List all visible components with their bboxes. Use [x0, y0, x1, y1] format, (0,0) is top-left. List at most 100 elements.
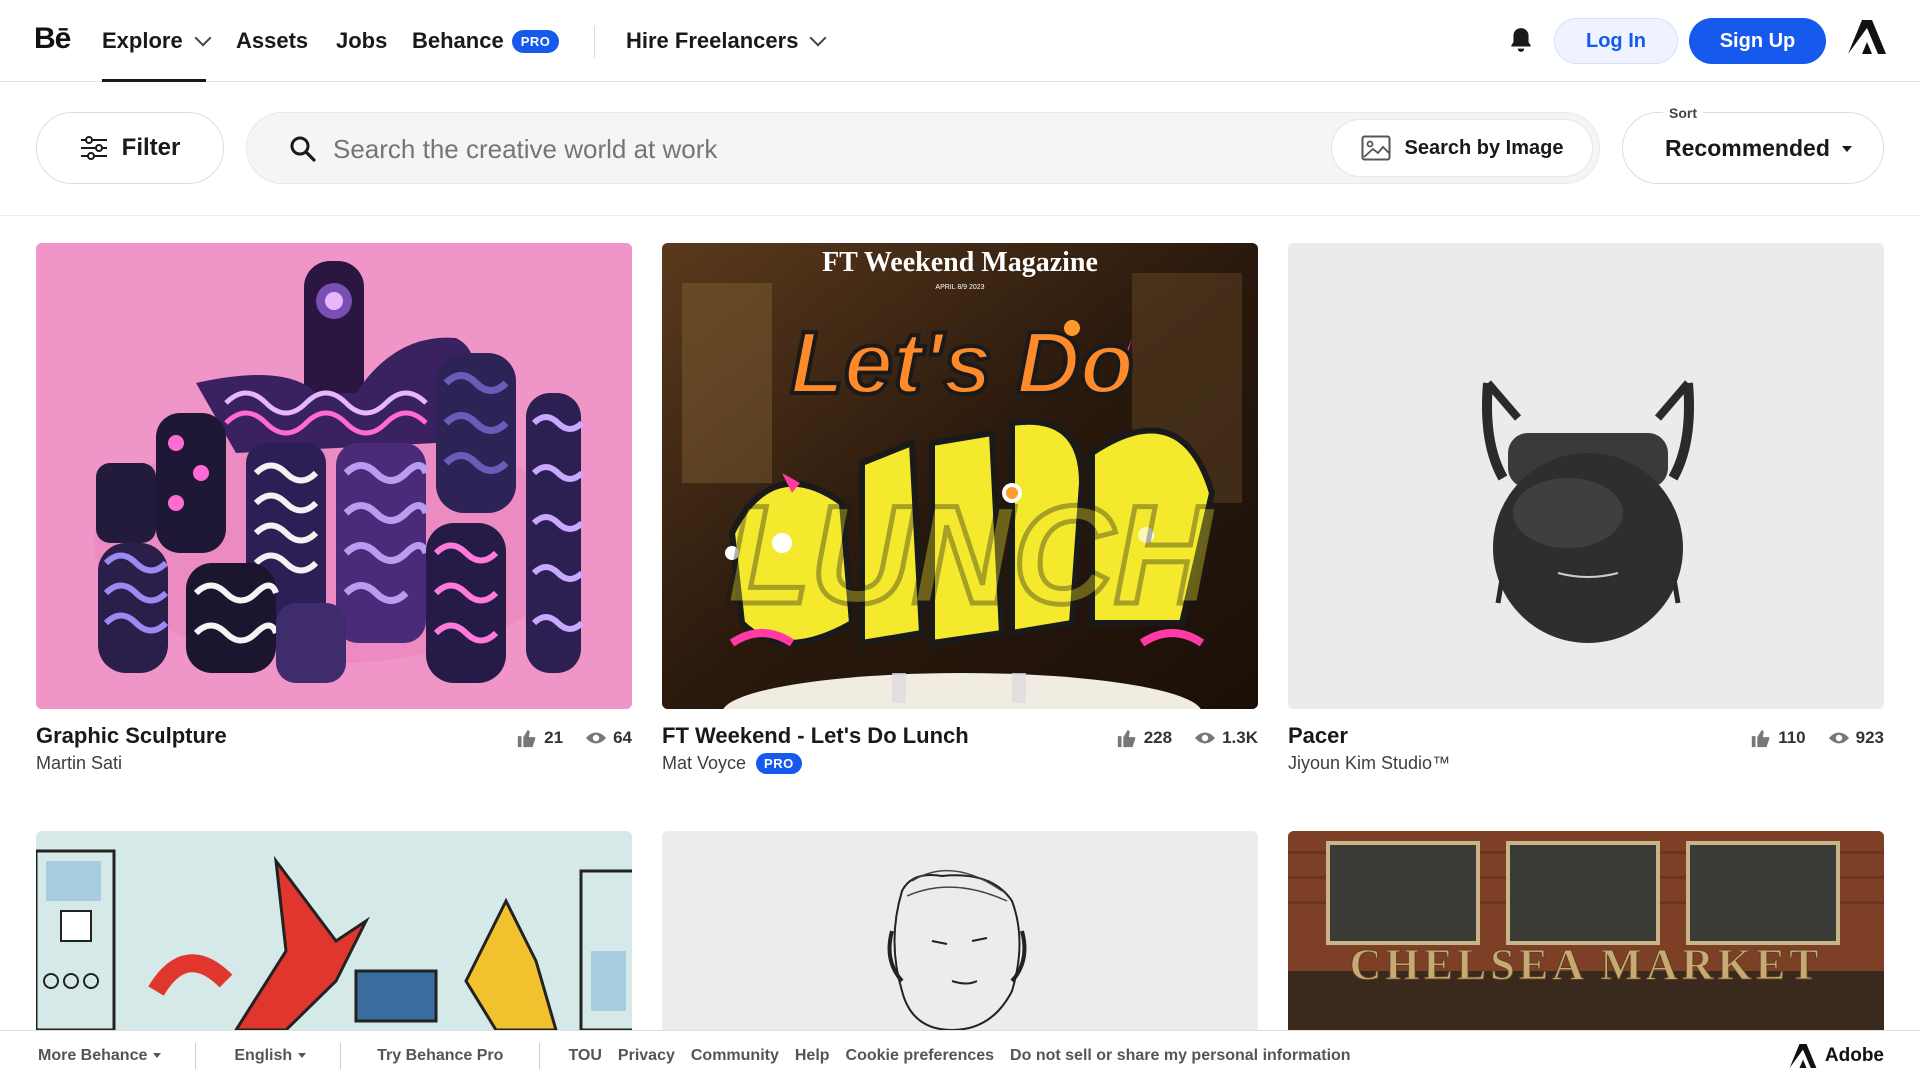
project-cover[interactable]: [36, 831, 632, 1030]
footer-help[interactable]: Help: [795, 1047, 830, 1065]
footer-adobe-label: Adobe: [1824, 1045, 1884, 1066]
eye-icon: [1194, 732, 1216, 744]
nav-explore[interactable]: Explore: [102, 28, 212, 54]
nav-hire-freelancers[interactable]: Hire Freelancers: [626, 28, 827, 54]
view-count: 64: [613, 728, 632, 747]
search-by-image-label: Search by Image: [1404, 136, 1564, 159]
footer-more-behance-label: More Behance: [38, 1046, 148, 1064]
nav-explore-label: Explore: [102, 28, 183, 53]
footer-try-pro[interactable]: Try Behance Pro: [377, 1047, 503, 1065]
owner-name: Mat Voyce: [662, 753, 747, 773]
search-toolbar: Filter Search by Image Sort Recommended: [0, 82, 1920, 216]
view-count: 923: [1855, 728, 1884, 747]
owner-name: Martin Sati: [36, 753, 123, 773]
pacer-artwork: [1288, 243, 1884, 709]
footer-bar: More Behance English Try Behance Pro TOU…: [0, 1030, 1920, 1080]
nav-jobs[interactable]: Jobs: [336, 28, 387, 54]
project-owner[interactable]: Mat Voyce PRO: [662, 753, 802, 774]
project-card[interactable]: [662, 831, 1258, 1030]
filter-label: Filter: [121, 134, 181, 161]
project-cover[interactable]: CHELSEA MARKET: [1288, 831, 1884, 1030]
search-box: Search by Image: [246, 112, 1600, 184]
signup-button[interactable]: Sign Up: [1689, 18, 1826, 64]
eye-icon: [1828, 732, 1849, 744]
project-owner[interactable]: Martin Sati: [36, 753, 122, 774]
project-cover[interactable]: [662, 831, 1258, 1030]
footer-divider: [539, 1042, 541, 1069]
cover-magazine-title: FT Weekend Magazine: [822, 247, 1098, 278]
cover-date: APRIL 8/9 2023: [935, 284, 984, 291]
bell-icon[interactable]: [1508, 26, 1534, 54]
chelsea-market-artwork: CHELSEA MARKET: [1288, 831, 1884, 1030]
like-count: 228: [1143, 728, 1173, 747]
sort-dropdown[interactable]: Sort Recommended: [1622, 105, 1884, 184]
project-card[interactable]: FT Weekend Magazine APRIL 8/9 2023 Let's…: [662, 243, 1258, 774]
footer-privacy[interactable]: Privacy: [618, 1047, 675, 1065]
project-cover[interactable]: FT Weekend Magazine APRIL 8/9 2023 Let's…: [662, 243, 1258, 709]
top-navigation: Bē Explore Assets Jobs Behance PRO Hire …: [0, 0, 1920, 82]
caret-down-icon: [153, 1053, 162, 1058]
search-by-image-button[interactable]: Search by Image: [1331, 119, 1593, 177]
project-title[interactable]: Pacer: [1288, 723, 1348, 749]
project-stats: 21 64: [516, 727, 632, 749]
nav-hire-label: Hire Freelancers: [626, 28, 799, 53]
project-cover[interactable]: [1288, 243, 1884, 709]
thumbs-up-icon: [1117, 729, 1135, 748]
search-icon: [290, 136, 316, 162]
sketch-portrait-artwork: [662, 831, 1258, 1030]
adobe-icon: [1789, 1044, 1817, 1068]
owner-name: Jiyoun Kim Studio™: [1288, 753, 1451, 773]
thumbs-up-icon: [1752, 729, 1770, 748]
nav-divider: [594, 26, 595, 58]
footer-language-label: English: [234, 1046, 293, 1064]
footer-community[interactable]: Community: [691, 1047, 779, 1065]
footer-divider: [195, 1042, 197, 1069]
caret-down-icon: [298, 1053, 307, 1058]
chevron-down-icon: [194, 29, 212, 47]
cover-sign-text: CHELSEA MARKET: [1350, 940, 1823, 989]
filter-button[interactable]: Filter: [36, 112, 224, 184]
filter-icon: [80, 136, 107, 160]
project-owner[interactable]: Jiyoun Kim Studio™: [1288, 753, 1450, 774]
chevron-down-icon: [809, 29, 827, 47]
image-icon: [1361, 135, 1391, 161]
nav-behance-pro[interactable]: Behance PRO: [412, 28, 560, 54]
project-title[interactable]: Graphic Sculpture: [36, 723, 227, 749]
footer-divider: [340, 1042, 342, 1069]
project-cover[interactable]: [36, 243, 632, 709]
nav-behance-label: Behance: [412, 28, 504, 53]
login-button[interactable]: Log In: [1554, 18, 1678, 64]
footer-adobe-link[interactable]: Adobe: [1789, 1044, 1884, 1068]
like-count: 21: [544, 728, 564, 747]
sort-value: Recommended: [1665, 135, 1830, 161]
cover-headline-bottom: LUNCH: [725, 476, 1218, 633]
project-stats: 110 923: [1750, 727, 1884, 749]
project-stats: 228 1.3K: [1116, 727, 1258, 749]
thumbs-up-icon: [517, 729, 536, 748]
footer-language[interactable]: English: [234, 1046, 307, 1065]
eye-icon: [585, 732, 607, 744]
like-count: 110: [1778, 728, 1806, 747]
footer-tou[interactable]: TOU: [568, 1047, 601, 1065]
project-card[interactable]: Graphic Sculpture Martin Sati 21 64: [36, 243, 632, 773]
lunch-artwork: FT Weekend Magazine APRIL 8/9 2023 Let's…: [662, 243, 1258, 709]
project-card[interactable]: [36, 831, 632, 1030]
footer-more-behance[interactable]: More Behance: [38, 1046, 162, 1065]
view-count: 1.3K: [1222, 728, 1258, 747]
owner-pro-badge: PRO: [756, 753, 802, 774]
footer-do-not-sell[interactable]: Do not sell or share my personal informa…: [1010, 1047, 1351, 1065]
cover-headline-top: Let's Do: [790, 313, 1134, 412]
search-input[interactable]: [333, 129, 1313, 169]
caret-down-icon: [1841, 145, 1852, 152]
project-card[interactable]: Pacer Jiyoun Kim Studio™ 110 923: [1288, 243, 1884, 773]
nav-assets[interactable]: Assets: [236, 28, 308, 54]
project-title[interactable]: FT Weekend - Let's Do Lunch: [662, 723, 969, 749]
footer-cookie-preferences[interactable]: Cookie preferences: [846, 1047, 995, 1065]
sculpture-artwork: [36, 243, 632, 709]
sort-label: Sort: [1663, 105, 1703, 121]
project-card[interactable]: CHELSEA MARKET: [1288, 831, 1884, 1030]
behance-logo[interactable]: Bē: [34, 22, 71, 56]
pro-badge: PRO: [511, 29, 560, 53]
adobe-icon[interactable]: [1848, 20, 1886, 54]
dragons-artwork: [36, 831, 632, 1030]
